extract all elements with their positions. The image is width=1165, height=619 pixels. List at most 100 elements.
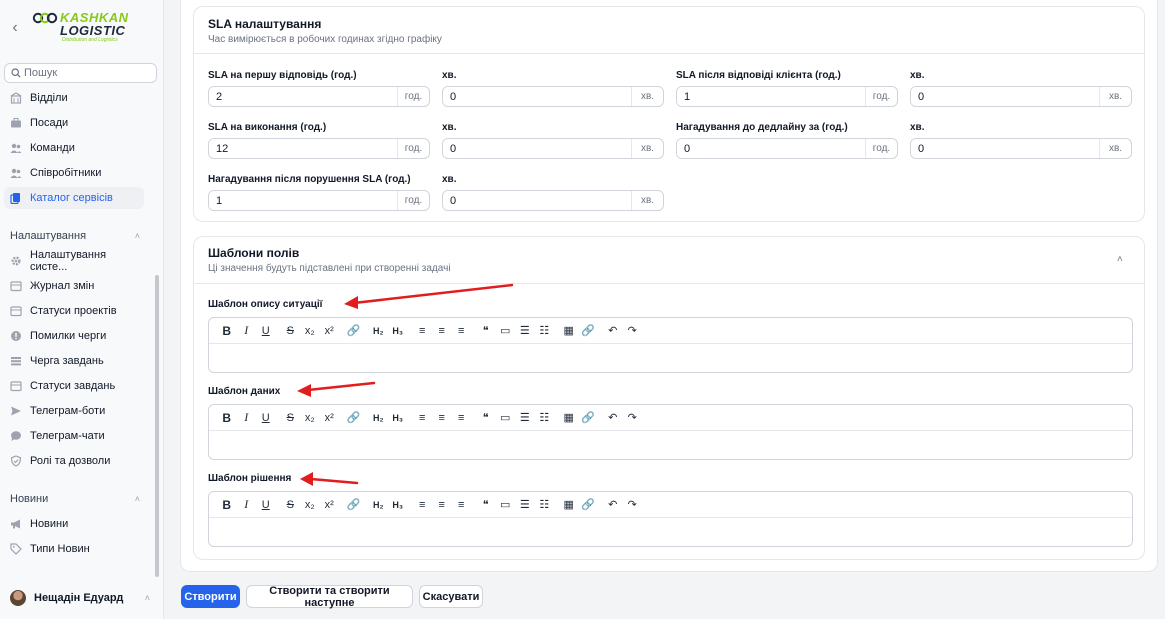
sidebar-item-departments[interactable]: Відділи xyxy=(4,87,144,109)
link-icon[interactable]: 🔗 xyxy=(344,409,364,427)
sidebar-item-news[interactable]: Новини xyxy=(4,513,144,535)
ordered-list-icon[interactable]: ☷ xyxy=(535,409,555,427)
sidebar-item-task-statuses[interactable]: Статуси завдань xyxy=(4,375,144,397)
collapse-chevron-icon[interactable]: ˄ xyxy=(1117,254,1123,265)
superscript-icon[interactable]: x² xyxy=(320,496,340,514)
blockquote-icon[interactable]: ❝ xyxy=(476,409,496,427)
bold-icon[interactable]: B xyxy=(217,496,237,514)
after-client-reply-minutes-input[interactable] xyxy=(911,87,1099,106)
heading-2-icon[interactable]: H₂ xyxy=(369,322,389,340)
blockquote-icon[interactable]: ❝ xyxy=(476,322,496,340)
sidebar-item-task-queue[interactable]: Черга завдань xyxy=(4,350,144,372)
resolution-minutes-input[interactable] xyxy=(443,139,631,158)
align-center-icon[interactable]: ≡ xyxy=(432,322,452,340)
sidebar-item-telegram-bots[interactable]: Телеграм-боти xyxy=(4,400,144,422)
breach-reminder-hours-input[interactable] xyxy=(209,191,397,210)
sidebar-item-telegram-chats[interactable]: Телеграм-чати xyxy=(4,425,144,447)
ordered-list-icon[interactable]: ☷ xyxy=(535,322,555,340)
align-right-icon[interactable]: ≡ xyxy=(452,496,472,514)
sidebar-scrollbar[interactable] xyxy=(155,275,159,577)
sidebar-item-employees[interactable]: Співробітники xyxy=(4,162,144,184)
align-right-icon[interactable]: ≡ xyxy=(452,322,472,340)
sidebar-group-news[interactable]: Новини ˄ xyxy=(10,492,140,506)
resolution-hours-input[interactable] xyxy=(209,139,397,158)
create-and-next-button[interactable]: Створити та створити наступне xyxy=(246,585,413,609)
align-right-icon[interactable]: ≡ xyxy=(452,409,472,427)
first-response-hours-input[interactable] xyxy=(209,87,397,106)
attach-link-icon[interactable]: 🔗 xyxy=(579,496,599,514)
bullet-list-icon[interactable]: ☰ xyxy=(515,322,535,340)
back-chevron-icon[interactable]: ‹ xyxy=(8,19,22,37)
underline-icon[interactable]: U xyxy=(256,496,276,514)
redo-icon[interactable]: ↷ xyxy=(623,496,643,514)
data-template-content[interactable] xyxy=(209,432,1132,459)
sidebar-item-roles-permissions[interactable]: Ролі та дозволи xyxy=(4,450,144,472)
ordered-list-icon[interactable]: ☷ xyxy=(535,496,555,514)
heading-3-icon[interactable]: H₃ xyxy=(388,322,408,340)
deadline-reminder-minutes-input[interactable] xyxy=(911,139,1099,158)
align-center-icon[interactable]: ≡ xyxy=(432,409,452,427)
field-label-situation-template: Шаблон опису ситуації xyxy=(208,299,323,310)
undo-icon[interactable]: ↶ xyxy=(603,496,623,514)
underline-icon[interactable]: U xyxy=(256,409,276,427)
bullet-list-icon[interactable]: ☰ xyxy=(515,496,535,514)
superscript-icon[interactable]: x² xyxy=(320,409,340,427)
superscript-icon[interactable]: x² xyxy=(320,322,340,340)
heading-3-icon[interactable]: H₃ xyxy=(388,409,408,427)
redo-icon[interactable]: ↷ xyxy=(623,409,643,427)
align-center-icon[interactable]: ≡ xyxy=(432,496,452,514)
align-left-icon[interactable]: ≡ xyxy=(413,322,433,340)
undo-icon[interactable]: ↶ xyxy=(603,409,623,427)
sidebar-item-service-catalog[interactable]: Каталог сервісів xyxy=(4,187,144,209)
italic-icon[interactable]: I xyxy=(237,322,257,340)
heading-3-icon[interactable]: H₃ xyxy=(388,496,408,514)
sidebar-group-settings[interactable]: Налаштування ˄ xyxy=(10,229,140,243)
align-left-icon[interactable]: ≡ xyxy=(413,409,433,427)
sidebar-item-teams[interactable]: Команди xyxy=(4,137,144,159)
heading-2-icon[interactable]: H₂ xyxy=(369,496,389,514)
subscript-icon[interactable]: x₂ xyxy=(300,496,320,514)
after-client-reply-hours-input[interactable] xyxy=(677,87,865,106)
attach-link-icon[interactable]: 🔗 xyxy=(579,322,599,340)
sidebar-item-queue-errors[interactable]: Помилки черги xyxy=(4,325,144,347)
sidebar-item-system-settings[interactable]: Налаштування систе... xyxy=(4,249,144,273)
code-block-icon[interactable]: ▭ xyxy=(496,322,516,340)
sidebar-item-positions[interactable]: Посади xyxy=(4,112,144,134)
sidebar-item-change-log[interactable]: Журнал змін xyxy=(4,275,144,297)
strikethrough-icon[interactable]: S xyxy=(281,322,301,340)
code-block-icon[interactable]: ▭ xyxy=(496,409,516,427)
create-button[interactable]: Створити xyxy=(181,585,240,608)
breach-reminder-minutes-input[interactable] xyxy=(443,191,631,210)
link-icon[interactable]: 🔗 xyxy=(344,322,364,340)
table-icon[interactable]: ▦ xyxy=(559,496,579,514)
attach-link-icon[interactable]: 🔗 xyxy=(579,409,599,427)
bold-icon[interactable]: B xyxy=(217,322,237,340)
link-icon[interactable]: 🔗 xyxy=(344,496,364,514)
align-left-icon[interactable]: ≡ xyxy=(413,496,433,514)
subscript-icon[interactable]: x₂ xyxy=(300,322,320,340)
redo-icon[interactable]: ↷ xyxy=(623,322,643,340)
underline-icon[interactable]: U xyxy=(256,322,276,340)
italic-icon[interactable]: I xyxy=(237,409,257,427)
sidebar-item-project-statuses[interactable]: Статуси проектів xyxy=(4,300,144,322)
strikethrough-icon[interactable]: S xyxy=(281,409,301,427)
code-block-icon[interactable]: ▭ xyxy=(496,496,516,514)
subscript-icon[interactable]: x₂ xyxy=(300,409,320,427)
table-icon[interactable]: ▦ xyxy=(559,322,579,340)
deadline-reminder-hours-input[interactable] xyxy=(677,139,865,158)
user-menu[interactable]: Нещадін Едуард ˄ xyxy=(10,588,150,608)
table-icon[interactable]: ▦ xyxy=(559,409,579,427)
strikethrough-icon[interactable]: S xyxy=(281,496,301,514)
heading-2-icon[interactable]: H₂ xyxy=(369,409,389,427)
first-response-minutes-input[interactable] xyxy=(443,87,631,106)
solution-template-content[interactable] xyxy=(209,519,1132,546)
bullet-list-icon[interactable]: ☰ xyxy=(515,409,535,427)
blockquote-icon[interactable]: ❝ xyxy=(476,496,496,514)
search-input[interactable] xyxy=(24,67,144,79)
cancel-button[interactable]: Скасувати xyxy=(419,585,483,608)
sidebar-item-news-types[interactable]: Типи Новин xyxy=(4,538,144,560)
bold-icon[interactable]: B xyxy=(217,409,237,427)
situation-template-content[interactable] xyxy=(209,345,1132,372)
italic-icon[interactable]: I xyxy=(237,496,257,514)
undo-icon[interactable]: ↶ xyxy=(603,322,623,340)
